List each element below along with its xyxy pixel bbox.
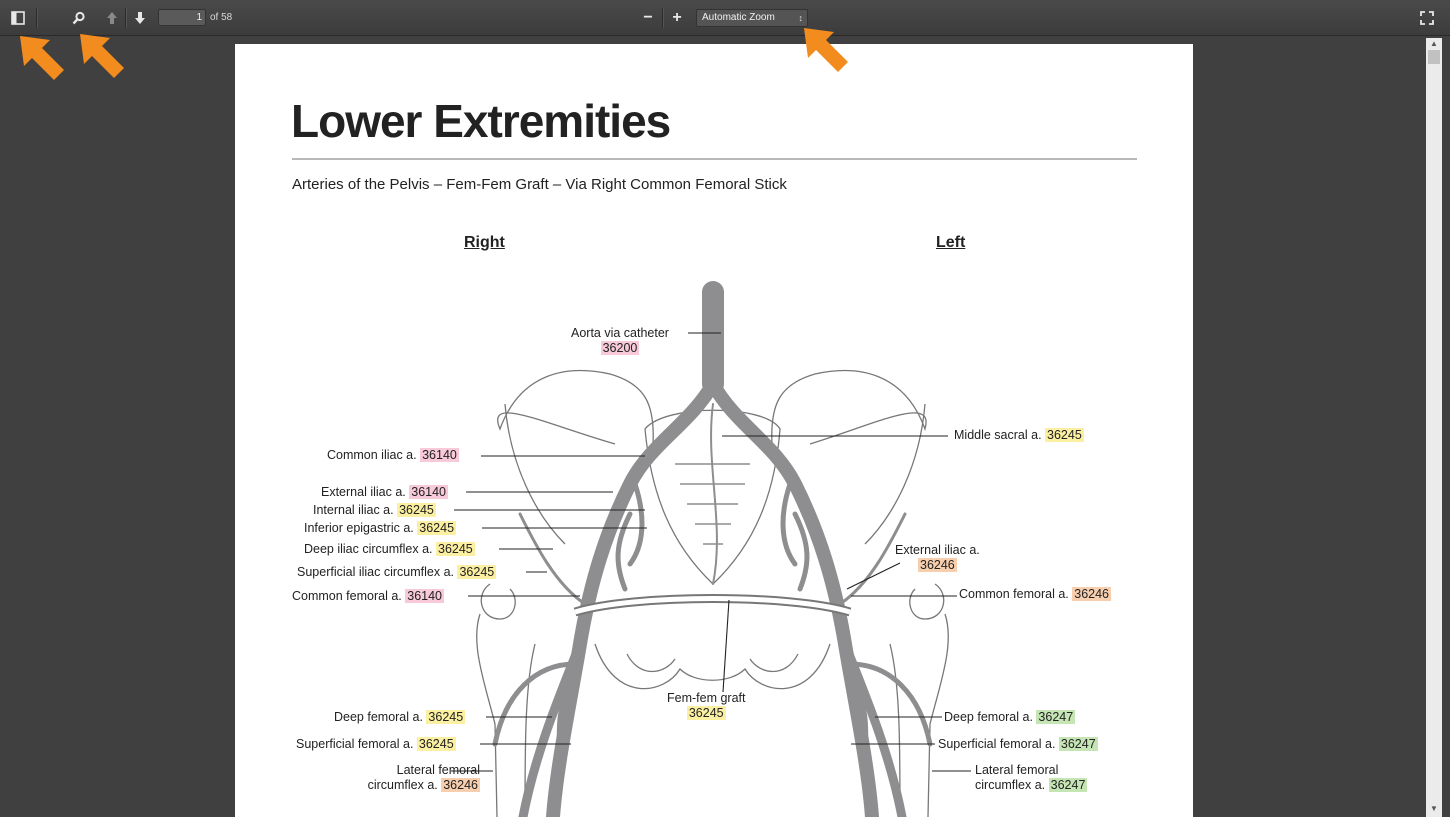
orange-arrow-icon xyxy=(804,28,848,72)
label-lateral-femoral-right: Lateral femoral circumflex a. 36246 xyxy=(367,763,480,792)
code-badge: 36245 xyxy=(397,503,436,517)
sidebar-icon xyxy=(11,11,25,25)
label-fem-fem-graft: Fem-fem graft 36245 xyxy=(667,691,746,720)
arrow-up-icon xyxy=(107,12,117,24)
code-badge: 36247 xyxy=(1048,778,1088,792)
code-badge: 36245 xyxy=(416,737,456,751)
arrow-down-icon xyxy=(135,12,145,24)
label-inferior-epigastric-right: Inferior epigastric a. 36245 xyxy=(304,521,457,535)
label-external-iliac-left: External iliac a. 36246 xyxy=(895,543,980,572)
label-lateral-femoral-left: Lateral femoral circumflex a. 36247 xyxy=(975,763,1088,792)
label-deep-iliac-circumflex-right: Deep iliac circumflex a. 36245 xyxy=(304,542,475,556)
previous-page-button[interactable] xyxy=(101,7,123,29)
zoom-select-value: Automatic Zoom xyxy=(702,12,775,23)
toolbar-separator xyxy=(36,8,37,28)
page-number-input[interactable] xyxy=(158,9,206,26)
code-badge: 36246 xyxy=(1072,587,1112,601)
plus-icon: + xyxy=(672,9,682,26)
orange-arrow-icon xyxy=(80,34,124,78)
find-button[interactable] xyxy=(68,7,90,29)
pdf-toolbar: of 58 − + Automatic Zoom ↕ xyxy=(0,0,1450,36)
toolbar-separator xyxy=(662,8,663,28)
label-middle-sacral: Middle sacral a. 36245 xyxy=(954,428,1084,442)
label-common-femoral-right: Common femoral a. 36140 xyxy=(292,589,445,603)
code-badge: 36245 xyxy=(417,521,457,535)
code-badge: 36246 xyxy=(441,778,480,792)
label-internal-iliac-right: Internal iliac a. 36245 xyxy=(313,503,436,517)
label-aorta: Aorta via catheter 36200 xyxy=(571,326,669,355)
fullscreen-icon xyxy=(1420,11,1434,25)
label-superficial-femoral-left: Superficial femoral a. 36247 xyxy=(938,737,1098,751)
code-badge: 36140 xyxy=(420,448,459,462)
pdf-page: Lower Extremities Arteries of the Pelvis… xyxy=(235,44,1193,817)
code-badge: 36247 xyxy=(1058,737,1098,751)
zoom-out-button[interactable]: − xyxy=(637,7,659,29)
vertical-scrollbar[interactable] xyxy=(1426,38,1442,817)
label-common-femoral-left: Common femoral a. 36246 xyxy=(959,587,1112,601)
scrollbar-thumb[interactable] xyxy=(1428,50,1440,64)
label-common-iliac-right: Common iliac a. 36140 xyxy=(327,448,459,462)
label-external-iliac-right: External iliac a. 36140 xyxy=(321,485,449,499)
label-deep-femoral-right: Deep femoral a. 36245 xyxy=(334,710,466,724)
code-badge: 36245 xyxy=(686,706,726,720)
code-badge: 36245 xyxy=(457,565,497,579)
toolbar-separator xyxy=(125,8,126,28)
zoom-select[interactable]: Automatic Zoom ↕ xyxy=(696,9,808,27)
sidebar-toggle-button[interactable] xyxy=(7,7,29,29)
code-badge: 36140 xyxy=(409,485,449,499)
orange-arrow-icon xyxy=(20,36,64,80)
next-page-button[interactable] xyxy=(129,7,151,29)
code-badge: 36246 xyxy=(918,558,957,572)
zoom-in-button[interactable]: + xyxy=(666,7,688,29)
code-badge: 36247 xyxy=(1036,710,1076,724)
scroll-up-arrow-icon[interactable]: ▲ xyxy=(1428,39,1440,49)
code-badge: 36245 xyxy=(1045,428,1084,442)
label-deep-femoral-left: Deep femoral a. 36247 xyxy=(944,710,1076,724)
page-count: of 58 xyxy=(210,12,233,23)
minus-icon: − xyxy=(643,9,653,26)
code-badge: 36140 xyxy=(405,589,445,603)
search-icon xyxy=(72,11,85,25)
code-badge: 36200 xyxy=(600,341,640,355)
scroll-down-arrow-icon[interactable]: ▼ xyxy=(1428,804,1440,814)
presentation-mode-button[interactable] xyxy=(1416,7,1438,29)
label-superficial-iliac-circumflex-right: Superficial iliac circumflex a. 36245 xyxy=(297,565,497,579)
code-badge: 36245 xyxy=(426,710,466,724)
label-superficial-femoral-right: Superficial femoral a. 36245 xyxy=(296,737,456,751)
code-badge: 36245 xyxy=(436,542,475,556)
